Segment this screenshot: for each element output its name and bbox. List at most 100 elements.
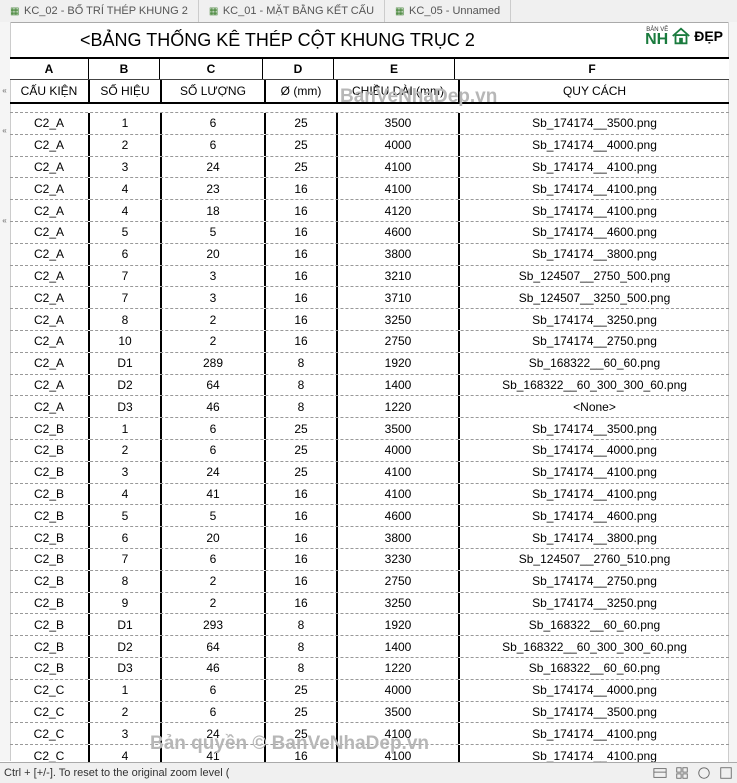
cell[interactable]: 8 <box>266 636 338 657</box>
cell[interactable]: C2_A <box>10 200 90 221</box>
cell[interactable]: 1920 <box>338 353 460 374</box>
cell[interactable]: 7 <box>90 266 162 287</box>
cell[interactable]: Sb_174174__4000.png <box>460 135 729 156</box>
cell[interactable]: 3250 <box>338 593 460 614</box>
table-row[interactable]: C2_B324254100Sb_174174__4100.png <box>10 462 729 484</box>
table-row[interactable]: C2_B76163230Sb_124507__2760_510.png <box>10 549 729 571</box>
cell[interactable]: 64 <box>162 636 266 657</box>
status-icon[interactable] <box>697 766 711 780</box>
cell[interactable]: 4 <box>90 200 162 221</box>
cell[interactable]: C2_A <box>10 178 90 199</box>
cell[interactable]: Sb_174174__4000.png <box>460 680 729 701</box>
cell[interactable]: 16 <box>266 178 338 199</box>
cell[interactable]: C2_A <box>10 113 90 134</box>
table-row[interactable]: C2_A73163210Sb_124507__2750_500.png <box>10 266 729 288</box>
table-row[interactable]: C2_A73163710Sb_124507__3250_500.png <box>10 287 729 309</box>
cell[interactable]: 293 <box>162 614 266 635</box>
cell[interactable]: 4100 <box>338 723 460 744</box>
cell[interactable]: 3 <box>162 266 266 287</box>
table-row[interactable]: C2_B26254000Sb_174174__4000.png <box>10 440 729 462</box>
cell[interactable]: 25 <box>266 440 338 461</box>
cell[interactable]: 8 <box>266 396 338 417</box>
cell[interactable]: 16 <box>266 331 338 352</box>
cell[interactable]: 46 <box>162 396 266 417</box>
cell[interactable]: Sb_124507__2760_510.png <box>460 549 729 570</box>
cell[interactable]: 7 <box>90 287 162 308</box>
cell[interactable]: 6 <box>162 440 266 461</box>
cell[interactable]: 25 <box>266 418 338 439</box>
table-row[interactable]: C2_A16253500Sb_174174__3500.png <box>10 113 729 135</box>
table-row[interactable]: C2_BD26481400Sb_168322__60_300_300_60.pn… <box>10 636 729 658</box>
cell[interactable]: 8 <box>266 614 338 635</box>
cell[interactable]: 2750 <box>338 571 460 592</box>
cell[interactable]: C2_A <box>10 287 90 308</box>
table-row[interactable]: C2_C26253500Sb_174174__3500.png <box>10 702 729 724</box>
col-letter-b[interactable]: B <box>89 59 160 79</box>
table-row[interactable]: C2_A26254000Sb_174174__4000.png <box>10 135 729 157</box>
cell[interactable]: 6 <box>162 680 266 701</box>
cell[interactable]: Sb_168322__60_60.png <box>460 353 729 374</box>
cell[interactable]: D1 <box>90 353 162 374</box>
cell[interactable]: 64 <box>162 375 266 396</box>
col-letter-d[interactable]: D <box>263 59 334 79</box>
cell[interactable]: 1400 <box>338 636 460 657</box>
cell[interactable]: 6 <box>90 527 162 548</box>
cell[interactable]: 4100 <box>338 484 460 505</box>
table-row[interactable]: C2_B16253500Sb_174174__3500.png <box>10 418 729 440</box>
cell[interactable]: 5 <box>162 505 266 526</box>
cell[interactable]: 3230 <box>338 549 460 570</box>
cell[interactable]: 4120 <box>338 200 460 221</box>
table-row[interactable]: C2_C324254100Sb_174174__4100.png <box>10 723 729 745</box>
cell[interactable]: 10 <box>90 331 162 352</box>
cell[interactable]: 16 <box>266 266 338 287</box>
cell[interactable]: Sb_124507__2750_500.png <box>460 266 729 287</box>
cell[interactable]: D3 <box>90 396 162 417</box>
cell[interactable]: C2_B <box>10 549 90 570</box>
cell[interactable]: Sb_124507__3250_500.png <box>460 287 729 308</box>
cell[interactable]: 2 <box>162 593 266 614</box>
cell[interactable]: 8 <box>90 309 162 330</box>
cell[interactable]: 4000 <box>338 440 460 461</box>
cell[interactable]: C2_B <box>10 593 90 614</box>
cell[interactable]: 16 <box>266 484 338 505</box>
cell[interactable]: 2 <box>162 571 266 592</box>
cell[interactable]: 25 <box>266 462 338 483</box>
cell[interactable]: 3500 <box>338 418 460 439</box>
cell[interactable]: 4600 <box>338 222 460 243</box>
cell[interactable]: 7 <box>90 549 162 570</box>
cell[interactable]: 20 <box>162 527 266 548</box>
cell[interactable]: 4100 <box>338 157 460 178</box>
cell[interactable]: Sb_174174__2750.png <box>460 571 729 592</box>
cell[interactable]: 8 <box>266 658 338 679</box>
cell[interactable]: 16 <box>266 200 338 221</box>
cell[interactable]: 1220 <box>338 658 460 679</box>
status-icon[interactable] <box>675 766 689 780</box>
status-icon[interactable] <box>653 766 667 780</box>
col-letter-c[interactable]: C <box>160 59 263 79</box>
cell[interactable]: 6 <box>162 418 266 439</box>
cell[interactable]: C2_B <box>10 505 90 526</box>
cell[interactable]: 6 <box>162 113 266 134</box>
cell[interactable]: 3 <box>90 462 162 483</box>
cell[interactable]: 1400 <box>338 375 460 396</box>
cell[interactable]: 2 <box>162 331 266 352</box>
cell[interactable]: 1920 <box>338 614 460 635</box>
table-row[interactable]: C2_B620163800Sb_174174__3800.png <box>10 527 729 549</box>
cell[interactable]: 8 <box>266 353 338 374</box>
table-row[interactable]: C2_AD128981920Sb_168322__60_60.png <box>10 353 729 375</box>
cell[interactable]: 3500 <box>338 702 460 723</box>
table-row[interactable]: C2_A418164120Sb_174174__4100.png <box>10 200 729 222</box>
cell[interactable]: 16 <box>266 505 338 526</box>
col-letter-e[interactable]: E <box>334 59 455 79</box>
cell[interactable]: 3500 <box>338 113 460 134</box>
col-letter-f[interactable]: F <box>455 59 729 79</box>
cell[interactable]: 6 <box>90 244 162 265</box>
cell[interactable]: D2 <box>90 636 162 657</box>
cell[interactable]: 8 <box>266 375 338 396</box>
cell[interactable]: 5 <box>90 222 162 243</box>
cell[interactable]: C2_B <box>10 636 90 657</box>
cell[interactable]: D3 <box>90 658 162 679</box>
col-letter-a[interactable]: A <box>10 59 89 79</box>
cell[interactable]: 3800 <box>338 527 460 548</box>
cell[interactable]: Sb_174174__3800.png <box>460 244 729 265</box>
